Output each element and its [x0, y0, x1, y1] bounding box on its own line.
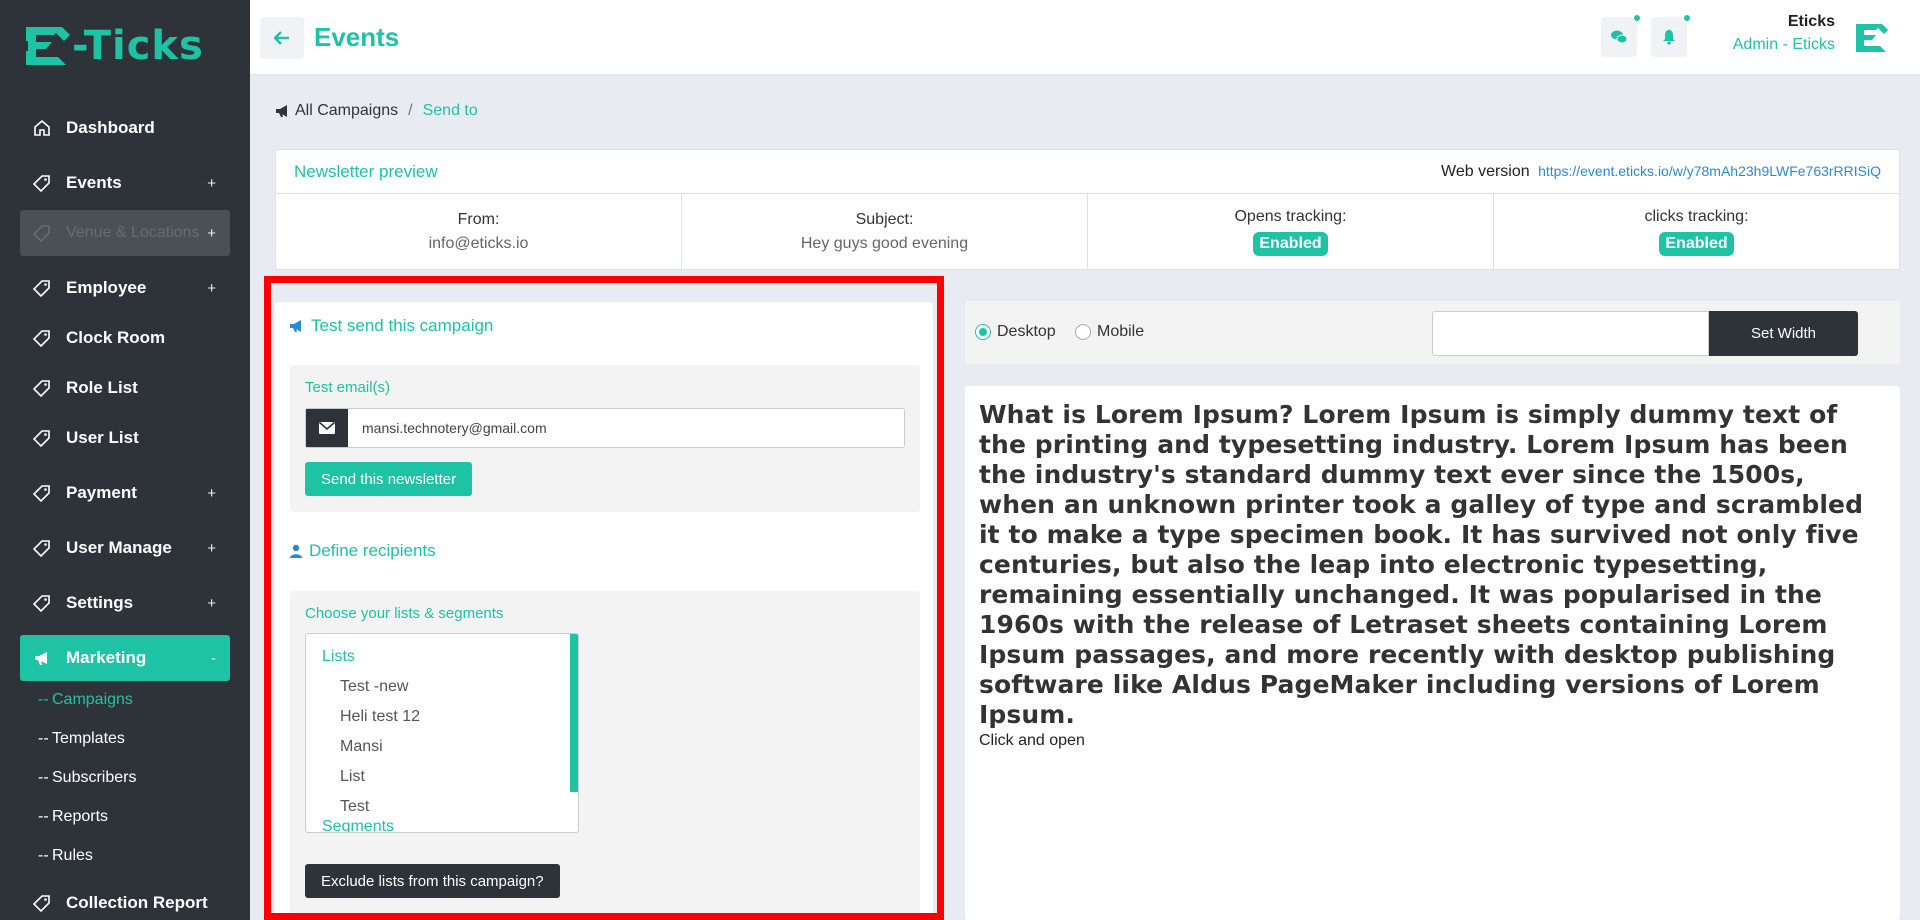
mobile-radio[interactable]: Mobile — [1075, 323, 1144, 341]
bell-icon — [1663, 30, 1675, 45]
expand-icon: + — [207, 224, 216, 242]
user-role: Admin - Eticks — [1732, 36, 1835, 53]
megaphone-icon — [276, 105, 287, 117]
sidebar-item-clock-room[interactable]: Clock Room — [20, 315, 230, 361]
logo-text: -Ticks — [72, 23, 204, 69]
sidebar-item-employee[interactable]: Employee + — [20, 265, 230, 311]
preview-link-text[interactable]: Click and open — [979, 732, 1886, 750]
sidebar-item-events[interactable]: Events + — [20, 160, 230, 206]
sidebar-subitem-templates[interactable]: -- Templates — [20, 724, 220, 754]
sidebar-item-label: Dashboard — [66, 118, 155, 137]
sidebar-subitem-subscribers[interactable]: -- Subscribers — [20, 763, 220, 793]
chat-icon — [1611, 30, 1628, 44]
sidebar-item-label: Clock Room — [66, 328, 166, 347]
megaphone-icon — [32, 648, 52, 668]
user-name: Eticks — [1787, 13, 1835, 30]
sidebar-item-settings[interactable]: Settings + — [20, 580, 230, 626]
web-version: Web version https://event.eticks.io/w/y7… — [1441, 162, 1881, 180]
tag-icon — [32, 428, 52, 448]
breadcrumb: All Campaigns / Send to — [275, 102, 478, 120]
newsletter-preview-card: Newsletter preview Web version https://e… — [275, 149, 1900, 270]
sidebar-subitem-rules[interactable]: -- Rules — [20, 841, 220, 871]
tag-icon — [32, 173, 52, 193]
opens-tracking-info: Opens tracking: Enabled — [1088, 194, 1494, 270]
page-title: Events — [314, 22, 400, 52]
sidebar-item-label: Employee — [66, 278, 147, 297]
sidebar-item-label: Role List — [66, 378, 138, 397]
clicks-tracking-info: clicks tracking: Enabled — [1494, 194, 1899, 270]
sidebar-item-label: Collection Report — [66, 893, 208, 912]
sidebar-item-dashboard[interactable]: Dashboard — [20, 105, 230, 151]
view-toolbar: Desktop Mobile Set Width — [965, 301, 1900, 364]
tag-icon — [32, 893, 52, 913]
tag-icon — [32, 593, 52, 613]
sidebar-subitem-reports[interactable]: -- Reports — [20, 802, 220, 832]
subject-value: Hey guys good evening — [800, 235, 969, 252]
sidebar-item-collection-report[interactable]: Collection Report — [20, 880, 230, 920]
sidebar-item-payment[interactable]: Payment + — [20, 470, 230, 516]
breadcrumb-current: Send to — [422, 102, 478, 119]
tag-icon — [32, 328, 52, 348]
chat-button[interactable] — [1601, 14, 1641, 57]
sidebar: -Ticks Dashboard Events + Venue & Locati… — [0, 0, 250, 920]
notification-dot — [1633, 14, 1641, 22]
status-badge: Enabled — [1253, 232, 1328, 256]
sidebar-item-label: Venue & Locations — [66, 224, 200, 241]
breadcrumb-separator: / — [408, 102, 413, 119]
from-info: From: info@eticks.io — [276, 194, 682, 270]
desktop-radio[interactable]: Desktop — [975, 323, 1056, 341]
notification-dot — [1683, 14, 1691, 22]
from-value: info@eticks.io — [428, 235, 529, 252]
preview-heading-text: What is Lorem Ipsum? Lorem Ipsum is simp… — [979, 400, 1864, 729]
back-button[interactable] — [260, 17, 304, 59]
sidebar-subitem-campaigns[interactable]: -- Campaigns — [20, 685, 220, 715]
sidebar-item-label: Settings — [66, 593, 134, 612]
tag-icon — [32, 278, 52, 298]
avatar[interactable] — [1852, 20, 1892, 58]
sidebar-item-label: User Manage — [66, 538, 172, 557]
sidebar-item-marketing[interactable]: Marketing - — [20, 635, 230, 681]
tag-icon — [32, 483, 52, 503]
sidebar-item-user-manage[interactable]: User Manage + — [20, 525, 230, 571]
sidebar-item-role-list[interactable]: Role List — [20, 365, 230, 411]
preview-card-title: Newsletter preview — [294, 161, 438, 181]
tag-icon — [32, 378, 52, 398]
width-input[interactable] — [1432, 311, 1709, 356]
sidebar-item-label: Events — [66, 173, 122, 192]
status-badge: Enabled — [1659, 232, 1734, 256]
collapse-icon: - — [211, 649, 216, 667]
breadcrumb-all-campaigns[interactable]: All Campaigns — [295, 102, 398, 120]
sidebar-item-label: Payment — [66, 483, 137, 502]
expand-icon: + — [207, 279, 216, 297]
tag-icon — [32, 538, 52, 558]
expand-icon: + — [207, 174, 216, 192]
expand-icon: + — [207, 539, 216, 557]
highlight-frame — [264, 276, 944, 920]
expand-icon: + — [207, 594, 216, 612]
web-version-link[interactable]: https://event.eticks.io/w/y78mAh23h9LWFe… — [1538, 163, 1881, 179]
home-icon — [32, 118, 52, 138]
tag-icon — [32, 223, 52, 243]
notifications-button[interactable] — [1651, 14, 1691, 57]
app-logo[interactable]: -Ticks — [18, 18, 208, 74]
set-width-button[interactable]: Set Width — [1709, 311, 1858, 356]
sidebar-item-label: Marketing — [66, 648, 147, 667]
subject-info: Subject: Hey guys good evening — [682, 194, 1088, 270]
newsletter-preview-body: What is Lorem Ipsum? Lorem Ipsum is simp… — [965, 386, 1900, 920]
sidebar-item-venue-locations[interactable]: Venue & Locations + — [20, 210, 230, 256]
top-header: Events Eticks Admin - Eticks — [250, 0, 1920, 75]
sidebar-item-label: User List — [66, 428, 139, 447]
sidebar-item-user-list[interactable]: User List — [20, 415, 230, 461]
expand-icon: + — [207, 484, 216, 502]
logo-mark-icon — [20, 27, 70, 65]
arrow-left-icon — [274, 31, 289, 45]
